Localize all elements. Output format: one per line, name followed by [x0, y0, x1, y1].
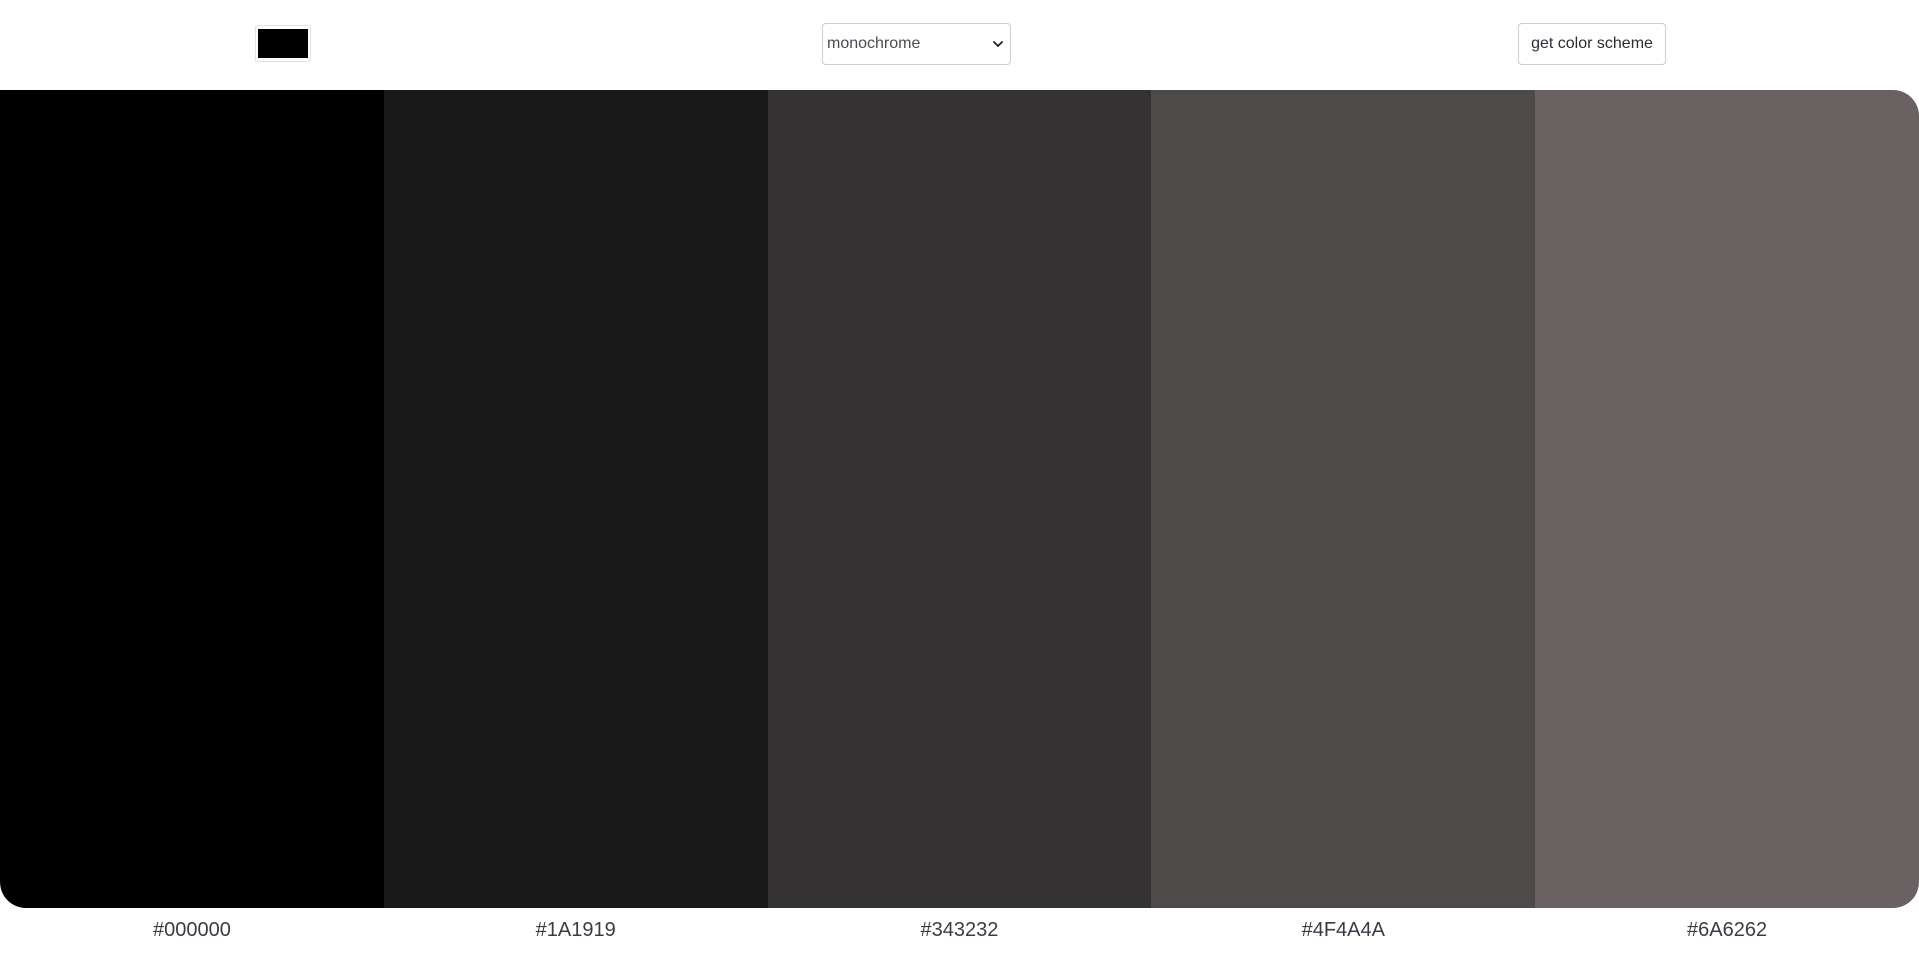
chevron-down-icon: [992, 38, 1004, 50]
get-color-scheme-button[interactable]: get color scheme: [1518, 23, 1666, 65]
seed-color-picker[interactable]: [255, 25, 311, 62]
seed-color-swatch: [258, 29, 308, 58]
color-labels: #000000 #1A1919 #343232 #4F4A4A #6A6262: [0, 912, 1919, 948]
color-hex-label-5[interactable]: #6A6262: [1535, 912, 1919, 948]
color-hex-label-4[interactable]: #4F4A4A: [1151, 912, 1535, 948]
color-stripe-4[interactable]: [1151, 90, 1536, 908]
scheme-mode-value: monochrome: [827, 35, 921, 52]
color-stripe-3[interactable]: [767, 90, 1152, 908]
color-stripe-5[interactable]: [1535, 90, 1919, 908]
color-hex-label-3[interactable]: #343232: [768, 912, 1152, 948]
color-stripe-1[interactable]: [0, 90, 384, 908]
scheme-mode-select[interactable]: monochrome: [822, 23, 1011, 65]
color-hex-label-1[interactable]: #000000: [0, 912, 384, 948]
color-hex-label-2[interactable]: #1A1919: [384, 912, 768, 948]
color-stripe-2[interactable]: [383, 90, 768, 908]
toolbar: monochrome get color scheme: [0, 0, 1919, 90]
color-palette: [0, 90, 1919, 908]
